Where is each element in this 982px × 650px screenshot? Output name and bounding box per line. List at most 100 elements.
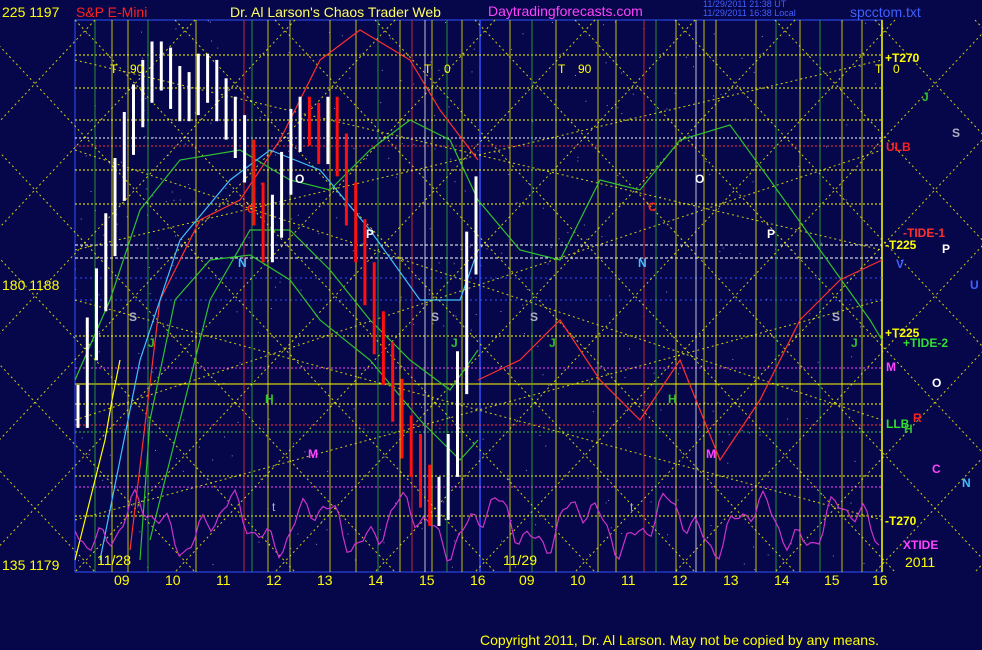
star-dot bbox=[428, 293, 430, 295]
star-dot bbox=[326, 529, 328, 531]
star-dot bbox=[471, 71, 473, 73]
star-dot bbox=[629, 117, 631, 119]
star-dot bbox=[846, 124, 848, 126]
star-dot bbox=[617, 107, 619, 109]
angle-line bbox=[674, 19, 982, 347]
star-dot bbox=[400, 296, 402, 298]
tide-line-yellow bbox=[74, 359, 121, 561]
star-dot bbox=[318, 233, 320, 235]
chart-letter: C bbox=[247, 202, 256, 216]
star-dot bbox=[429, 228, 431, 230]
star-dot bbox=[98, 351, 100, 353]
filename: spcctom.txt bbox=[850, 4, 921, 20]
chart-letter: J bbox=[549, 336, 556, 350]
star-dot bbox=[81, 437, 83, 439]
star-dot bbox=[494, 151, 496, 153]
star-dot bbox=[605, 502, 607, 504]
flux-line-green bbox=[477, 124, 883, 341]
star-dot bbox=[453, 263, 455, 265]
ylabel-180: 180 1188 bbox=[2, 277, 60, 293]
angle-line bbox=[974, 563, 982, 573]
star-dot bbox=[172, 265, 174, 267]
star-dot bbox=[297, 533, 299, 535]
star-dot bbox=[168, 154, 170, 156]
star-dot bbox=[549, 278, 551, 280]
hour-label: 12 bbox=[672, 572, 688, 588]
star-dot bbox=[169, 118, 171, 120]
tide-marker: T bbox=[558, 62, 566, 76]
tide-marker: T bbox=[875, 62, 883, 76]
star-dot bbox=[621, 533, 623, 534]
chart-letter: S bbox=[129, 310, 138, 324]
star-dot bbox=[380, 102, 382, 104]
star-dot bbox=[434, 115, 436, 117]
star-dot bbox=[421, 406, 423, 408]
star-dot bbox=[353, 368, 355, 369]
star-dot bbox=[510, 520, 512, 522]
star-dot bbox=[704, 402, 706, 404]
star-dot bbox=[451, 566, 453, 568]
star-dot bbox=[165, 201, 167, 203]
star-dot bbox=[667, 534, 669, 536]
chart-letter: O bbox=[295, 172, 305, 186]
star-dot bbox=[698, 426, 699, 428]
star-dot bbox=[537, 345, 539, 347]
chart-letter: t bbox=[272, 500, 276, 514]
star-dot bbox=[139, 531, 141, 533]
hour-label: 11 bbox=[216, 572, 231, 588]
star-dot bbox=[653, 372, 655, 374]
star-dot bbox=[336, 217, 338, 219]
star-dot bbox=[721, 441, 723, 443]
star-dot bbox=[455, 315, 457, 317]
star-dot bbox=[677, 499, 679, 501]
star-dot bbox=[470, 329, 472, 331]
star-dot bbox=[754, 569, 756, 571]
star-dot bbox=[86, 32, 88, 34]
star-dot bbox=[753, 546, 755, 548]
star-dot bbox=[352, 250, 354, 252]
star-dot bbox=[693, 66, 694, 68]
star-dot bbox=[384, 456, 386, 458]
star-dot bbox=[438, 262, 440, 264]
star-dot bbox=[259, 116, 261, 118]
star-dot bbox=[589, 554, 591, 555]
angle-line bbox=[674, 245, 982, 573]
star-dot bbox=[845, 199, 847, 201]
star-dot bbox=[469, 246, 471, 248]
website-link[interactable]: Daytradingforecasts.com bbox=[488, 4, 643, 18]
star-dot bbox=[609, 295, 611, 297]
hour-label: 12 bbox=[266, 572, 282, 588]
star-dot bbox=[713, 33, 715, 35]
star-dot bbox=[109, 454, 111, 456]
star-dot bbox=[561, 241, 563, 243]
star-dot bbox=[85, 155, 87, 157]
star-dot bbox=[752, 181, 754, 183]
star-dot bbox=[666, 291, 668, 293]
star-dot bbox=[860, 326, 861, 328]
star-dot bbox=[349, 77, 351, 79]
flux-line-green bbox=[74, 119, 479, 381]
star-dot bbox=[527, 289, 529, 290]
chart-letter: J bbox=[851, 336, 858, 350]
star-dot bbox=[237, 421, 239, 423]
star-dot bbox=[231, 455, 233, 457]
chart-letter: H bbox=[265, 392, 274, 406]
star-dot bbox=[709, 174, 711, 175]
star-dot bbox=[524, 333, 525, 335]
star-dot bbox=[551, 21, 553, 23]
planet-letter: N bbox=[962, 476, 971, 490]
label-xtide: XTIDE bbox=[903, 538, 939, 552]
star-dot bbox=[601, 236, 603, 238]
star-dot bbox=[508, 174, 510, 175]
timestamp-local: 11/29/2011 16:38 Local bbox=[703, 8, 796, 18]
label-minus-t270: -T270 bbox=[885, 514, 917, 528]
star-dot bbox=[720, 94, 722, 96]
star-dot bbox=[705, 161, 707, 162]
star-dot bbox=[793, 390, 795, 392]
star-dot bbox=[448, 106, 450, 108]
star-dot bbox=[123, 429, 125, 431]
star-dot bbox=[450, 158, 452, 160]
star-dot bbox=[508, 478, 510, 480]
angle-line bbox=[474, 33, 982, 573]
star-dot bbox=[102, 479, 104, 481]
